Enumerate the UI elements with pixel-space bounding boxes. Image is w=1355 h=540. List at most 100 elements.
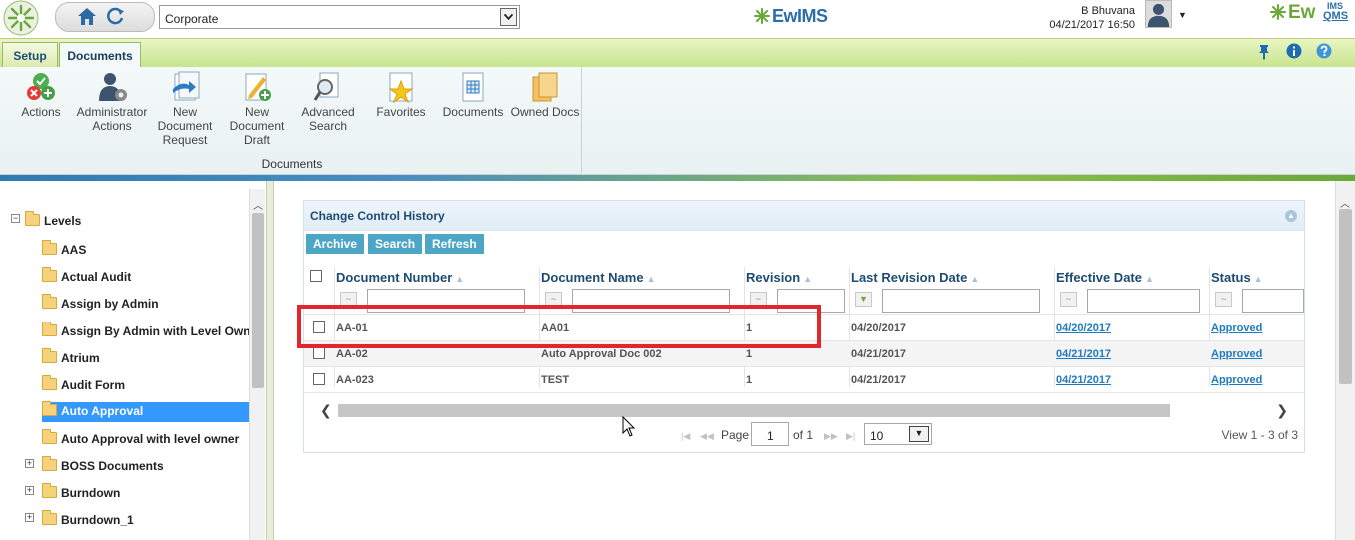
chevron-down-icon[interactable]: ▼ (909, 426, 929, 442)
cell-document-number: AA-02 (336, 348, 368, 360)
owned-docs-button[interactable]: Owned Docs (508, 71, 582, 119)
folder-icon (42, 322, 57, 336)
effective-date-link[interactable]: 04/21/2017 (1056, 348, 1111, 360)
prev-page-icon[interactable]: ◀◀ (700, 431, 714, 442)
panel-header: Change Control History ▲ (304, 201, 1304, 231)
splitter[interactable] (266, 181, 274, 540)
page-number-input[interactable]: 1 (751, 422, 789, 446)
select-all-checkbox[interactable] (310, 270, 322, 282)
filter-operator-icon[interactable]: ~ (1215, 292, 1232, 307)
tab-documents[interactable]: Documents (59, 42, 141, 69)
grid-horizontal-scrollbar[interactable]: ❮ ❯ (318, 402, 1290, 418)
user-name: B Bhuvana (1081, 5, 1135, 17)
tree-expand-toggle[interactable]: + (25, 459, 34, 468)
ribbon-body: Actions Administrator Actions New Docume… (0, 67, 1355, 175)
status-link[interactable]: Approved (1211, 322, 1262, 334)
grid-header-row: Document Number ▲ Document Name ▲ Revision… (304, 266, 1304, 286)
company-select[interactable]: Corporate (159, 5, 520, 29)
pin-icon[interactable] (1257, 44, 1271, 60)
folder-icon (42, 240, 57, 255)
tree-scroll-thumb[interactable] (252, 213, 264, 388)
right-logo-qms: QMS (1323, 10, 1349, 22)
filter-operator-icon[interactable]: ~ (1060, 292, 1077, 307)
administrator-actions-button[interactable]: Administrator Actions (75, 71, 149, 133)
user-menu-caret-icon[interactable]: ▼ (1178, 10, 1187, 20)
ewqms-logo: Ew IMS QMS (1270, 1, 1352, 28)
info-icon[interactable] (1286, 43, 1302, 59)
last-revision-date-filter[interactable] (882, 289, 1040, 313)
actions-button[interactable]: Actions (4, 71, 78, 119)
tab-setup[interactable]: Setup (2, 42, 58, 69)
scroll-up-icon[interactable]: ︿ (1340, 195, 1350, 210)
pager: |◀ ◀◀ Page 1 of 1 ▶▶ ▶| 10 ▼ View 1 - 3 … (304, 422, 1304, 450)
last-page-icon[interactable]: ▶| (846, 431, 855, 442)
avatar[interactable] (1145, 0, 1172, 28)
grid-scroll-thumb[interactable] (338, 404, 1170, 417)
tree-collapse-toggle[interactable]: − (11, 214, 20, 223)
status-link[interactable]: Approved (1211, 348, 1262, 360)
tree-expand-toggle[interactable]: + (25, 513, 34, 522)
filter-funnel-icon[interactable]: ▼ (855, 292, 872, 307)
page-size-select[interactable]: 10 ▼ (864, 423, 932, 445)
new-document-request-button[interactable]: New Document Request (148, 71, 222, 147)
cell-last-revision-date: 04/21/2017 (851, 374, 907, 386)
main-scroll-thumb[interactable] (1339, 209, 1352, 384)
center-logo-text: EwIMS (772, 6, 828, 26)
tree-item[interactable]: Assign By Admin with Level Own (42, 322, 249, 342)
effective-date-link[interactable]: 04/20/2017 (1056, 322, 1111, 334)
refresh-icon[interactable] (106, 6, 126, 26)
folder-icon (42, 429, 57, 444)
scroll-right-icon[interactable]: ❯ (1276, 402, 1288, 419)
new-document-draft-label: New Document Draft (229, 105, 285, 147)
col-status[interactable]: Status ▲ (1211, 270, 1263, 285)
company-select-value: Corporate (165, 12, 219, 26)
owned-docs-label: Owned Docs (510, 105, 580, 119)
scroll-left-icon[interactable]: ❮ (320, 402, 332, 419)
folder-icon (42, 401, 57, 416)
folder-icon (42, 294, 57, 309)
status-filter[interactable] (1242, 289, 1304, 313)
col-effective-date[interactable]: Effective Date ▲ (1056, 270, 1154, 285)
first-page-icon[interactable]: |◀ (681, 431, 690, 442)
archive-button[interactable]: Archive (306, 234, 364, 254)
home-icon[interactable] (76, 5, 98, 27)
tree-scrollbar[interactable]: ︿ (249, 189, 265, 540)
page-size-value: 10 (870, 429, 884, 443)
view-record-count: View 1 - 3 of 3 (1221, 428, 1299, 442)
folder-icon (42, 267, 57, 282)
effective-date-link[interactable]: 04/21/2017 (1056, 374, 1111, 386)
nav-pill (55, 2, 155, 32)
chevron-down-icon[interactable] (500, 8, 517, 26)
tree-item-selected[interactable]: Auto Approval (42, 401, 249, 422)
ribbon-group-documents: Actions Administrator Actions New Docume… (2, 67, 582, 173)
owned-docs-icon (532, 72, 558, 102)
advanced-search-button[interactable]: Advanced Search (291, 71, 365, 133)
effective-date-filter[interactable] (1087, 289, 1200, 313)
col-revision[interactable]: Revision ▲ (746, 270, 812, 285)
favorites-label: Favorites (376, 105, 426, 119)
documents-button[interactable]: Documents (436, 71, 510, 119)
refresh-button[interactable]: Refresh (425, 234, 484, 254)
sort-icon: ▲ (1144, 274, 1154, 284)
col-document-number[interactable]: Document Number ▲ (336, 270, 464, 285)
search-button[interactable]: Search (368, 234, 422, 254)
help-icon[interactable] (1316, 43, 1332, 59)
collapse-up-icon[interactable]: ▲ (1285, 210, 1297, 222)
panel-title: Change Control History (310, 209, 445, 223)
col-document-name[interactable]: Document Name ▲ (541, 270, 656, 285)
row-checkbox[interactable] (313, 347, 325, 359)
tree-expand-toggle[interactable]: + (25, 486, 34, 495)
favorites-button[interactable]: Favorites (364, 71, 438, 119)
current-datetime: 04/21/2017 16:50 (1049, 19, 1135, 31)
status-link[interactable]: Approved (1211, 374, 1262, 386)
new-document-draft-button[interactable]: New Document Draft (220, 71, 294, 147)
main-scrollbar[interactable]: ︿ (1335, 181, 1355, 540)
row-checkbox[interactable] (313, 373, 325, 385)
col-last-revision-date[interactable]: Last Revision Date ▲ (851, 270, 979, 285)
folder-icon (42, 510, 57, 525)
next-page-icon[interactable]: ▶▶ (824, 431, 838, 442)
table-row[interactable]: AA-023 TEST 1 04/21/2017 04/21/2017 Appr… (304, 367, 1304, 393)
scroll-up-icon[interactable]: ︿ (253, 197, 263, 212)
app-logo-icon[interactable] (2, 0, 40, 36)
page-count-label: of 1 (793, 428, 814, 442)
